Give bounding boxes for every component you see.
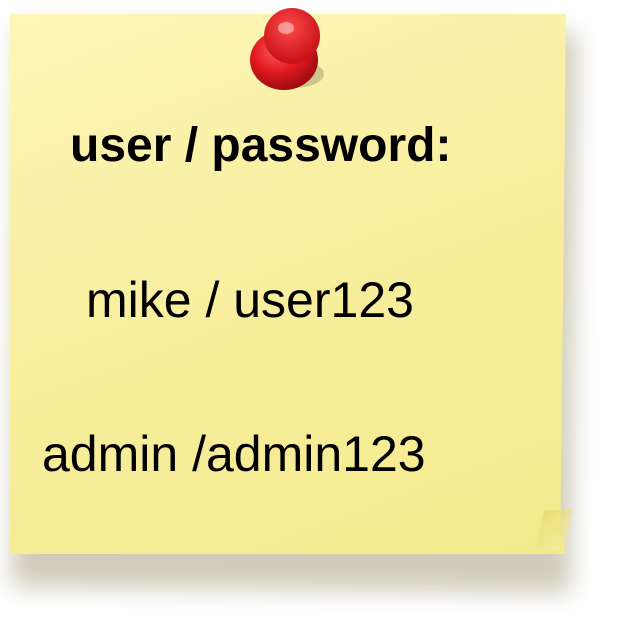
push-pin-icon	[250, 8, 324, 90]
credentials-heading: user / password:	[70, 119, 452, 172]
sticky-note-scene: user / password: mike / user123 admin /a…	[0, 0, 640, 633]
credential-line-user: mike / user123	[86, 272, 414, 328]
credential-line-admin: admin /admin123	[42, 426, 426, 482]
